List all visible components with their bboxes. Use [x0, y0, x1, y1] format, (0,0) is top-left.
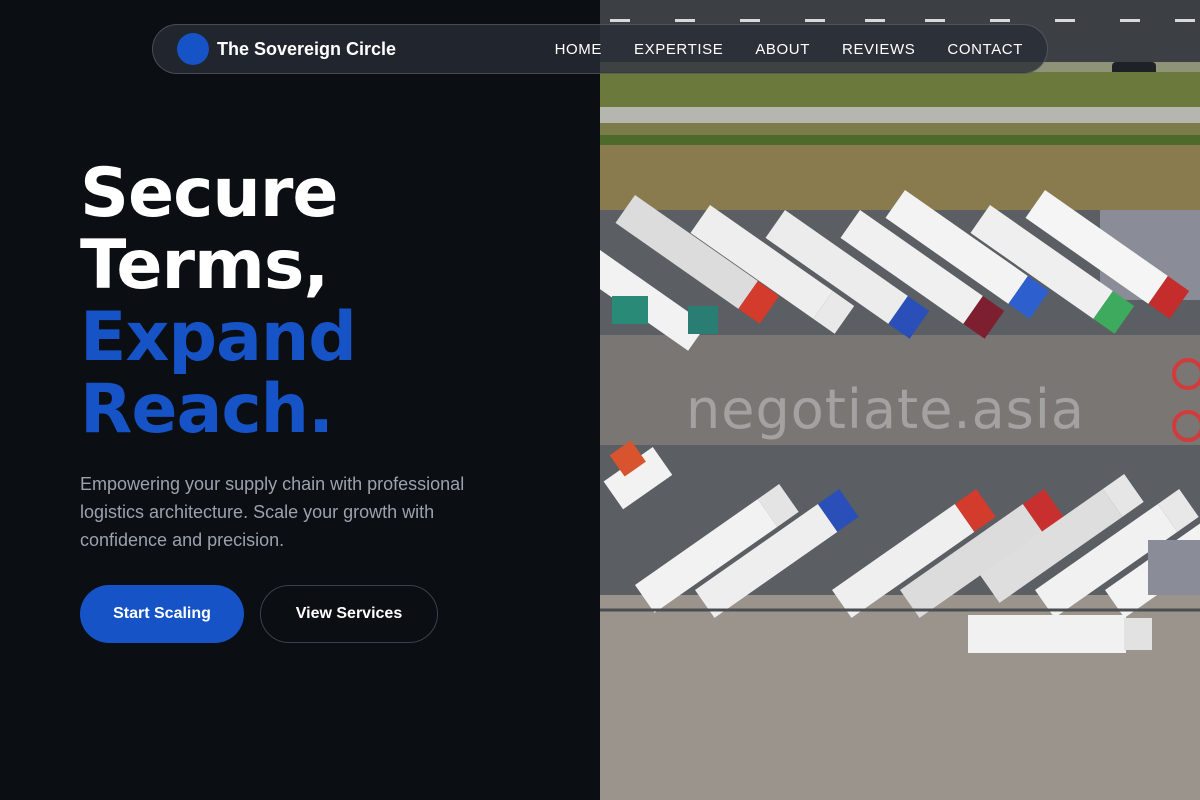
start-scaling-button[interactable]: Start Scaling [80, 585, 244, 643]
view-services-button[interactable]: View Services [260, 585, 438, 643]
hero-subtitle: Empowering your supply chain with profes… [80, 474, 465, 550]
hero-title-line-1: Secure [80, 154, 338, 233]
hero-title: Secure Terms, Expand Reach. [80, 154, 357, 449]
nav-links: HOME EXPERTISE ABOUT REVIEWS CONTACT [555, 25, 1023, 73]
nav-item-contact[interactable]: CONTACT [947, 41, 1023, 58]
hero-section: Secure Terms, Expand Reach. Empowering y… [0, 0, 600, 800]
nav-item-about[interactable]: ABOUT [755, 41, 810, 58]
hero-title-line-3: Expand [80, 298, 357, 377]
nav-item-home[interactable]: HOME [555, 41, 602, 58]
hero-title-line-4: Reach. [80, 370, 334, 449]
brand-name[interactable]: The Sovereign Circle [217, 38, 396, 60]
hero-image [600, 0, 1200, 800]
top-navigation: The Sovereign Circle HOME EXPERTISE ABOU… [152, 24, 1048, 74]
hero-title-line-2: Terms, [80, 226, 329, 305]
nav-item-expertise[interactable]: EXPERTISE [634, 41, 723, 58]
circle-logo-icon[interactable] [177, 33, 209, 65]
truck-lot-aerial-image [600, 0, 1200, 800]
nav-item-reviews[interactable]: REVIEWS [842, 41, 915, 58]
